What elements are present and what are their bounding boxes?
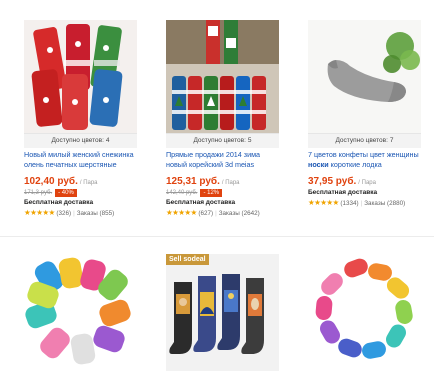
colors-label: Доступно цветов: bbox=[335, 137, 388, 144]
sock-image-graphic bbox=[166, 254, 279, 371]
product-card[interactable]: Sell sodeal bbox=[166, 254, 279, 371]
colors-count: 4 bbox=[105, 137, 110, 144]
colors-label: Доступно цветов: bbox=[193, 137, 246, 144]
colors-label: Доступно цветов: bbox=[51, 137, 104, 144]
price-unit: / Пара bbox=[358, 180, 376, 186]
old-price: 171,3 руб. bbox=[24, 190, 53, 196]
sock-image-graphic bbox=[24, 254, 137, 371]
rating-row: ★★★★★ (627) | Заказы (2642) bbox=[166, 208, 260, 217]
colors-count: 5 bbox=[247, 137, 252, 144]
product-title-link[interactable]: 7 цветов конфеты цвет женщины носки коро… bbox=[308, 150, 421, 169]
rating-row: ★★★★★ (1334) | Заказы (2880) bbox=[308, 198, 406, 207]
available-colors: Доступно цветов: 4 bbox=[24, 133, 137, 148]
old-price-row: 171,3 руб. - 40% bbox=[24, 189, 77, 198]
price-row: 37,95 руб. / Пара bbox=[308, 176, 421, 188]
old-price: 142,40 руб. bbox=[166, 190, 198, 196]
orders-count[interactable]: Заказы (2642) bbox=[219, 210, 260, 217]
price: 125,31 руб. bbox=[166, 176, 220, 187]
product-card[interactable]: Доступно цветов: 4 Новый милый женский сн… bbox=[24, 20, 137, 220]
product-image[interactable] bbox=[24, 254, 137, 371]
product-card[interactable]: Доступно цветов: 5 Прямые продажи 2014 зи… bbox=[166, 20, 279, 220]
product-image[interactable] bbox=[24, 20, 137, 133]
rating-stars: ★★★★★ bbox=[308, 198, 339, 207]
product-title-link[interactable]: Новый милый женский снежинка олень печат… bbox=[24, 150, 137, 169]
product-image[interactable] bbox=[308, 20, 421, 133]
seller-badge: Sell sodeal bbox=[166, 254, 209, 265]
product-card[interactable] bbox=[308, 254, 421, 371]
product-title-link[interactable]: Прямые продажи 2014 зима новый корейский… bbox=[166, 150, 279, 169]
product-image[interactable] bbox=[166, 20, 279, 133]
product-card[interactable] bbox=[24, 254, 137, 371]
discount-badge: - 40% bbox=[55, 189, 77, 197]
row-divider bbox=[0, 236, 434, 237]
orders-count[interactable]: Заказы (2880) bbox=[364, 200, 405, 207]
sock-image-graphic bbox=[24, 20, 137, 133]
available-colors: Доступно цветов: 5 bbox=[166, 133, 279, 148]
old-price-row: 142,40 руб. - 12% bbox=[166, 189, 223, 198]
discount-badge: - 12% bbox=[200, 189, 223, 197]
review-count[interactable]: (326) bbox=[56, 210, 71, 217]
free-shipping: Бесплатная доставка bbox=[308, 189, 378, 196]
sock-image-graphic bbox=[308, 254, 421, 371]
rating-stars: ★★★★★ bbox=[24, 208, 55, 217]
rating-stars: ★★★★★ bbox=[166, 208, 197, 217]
free-shipping: Бесплатная доставка bbox=[166, 199, 236, 206]
sock-image-graphic bbox=[166, 20, 279, 133]
review-count[interactable]: (1334) bbox=[340, 200, 358, 207]
product-card[interactable]: Доступно цветов: 7 7 цветов конфеты цвет … bbox=[308, 20, 421, 220]
sock-image-graphic bbox=[308, 20, 421, 133]
review-count[interactable]: (627) bbox=[198, 210, 213, 217]
colors-count: 7 bbox=[389, 137, 394, 144]
free-shipping: Бесплатная доставка bbox=[24, 199, 94, 206]
rating-row: ★★★★★ (326) | Заказы (855) bbox=[24, 208, 115, 217]
price-row: 102,40 руб. / Пара bbox=[24, 176, 137, 188]
orders-count[interactable]: Заказы (855) bbox=[77, 210, 115, 217]
price-unit: / Пара bbox=[221, 180, 240, 186]
price-unit: / Пара bbox=[79, 180, 98, 186]
product-image[interactable]: Sell sodeal bbox=[166, 254, 279, 371]
price-row: 125,31 руб. / Пара bbox=[166, 176, 279, 188]
product-image[interactable] bbox=[308, 254, 421, 371]
price: 102,40 руб. bbox=[24, 176, 78, 187]
price: 37,95 руб. bbox=[308, 176, 357, 187]
available-colors: Доступно цветов: 7 bbox=[308, 133, 421, 148]
